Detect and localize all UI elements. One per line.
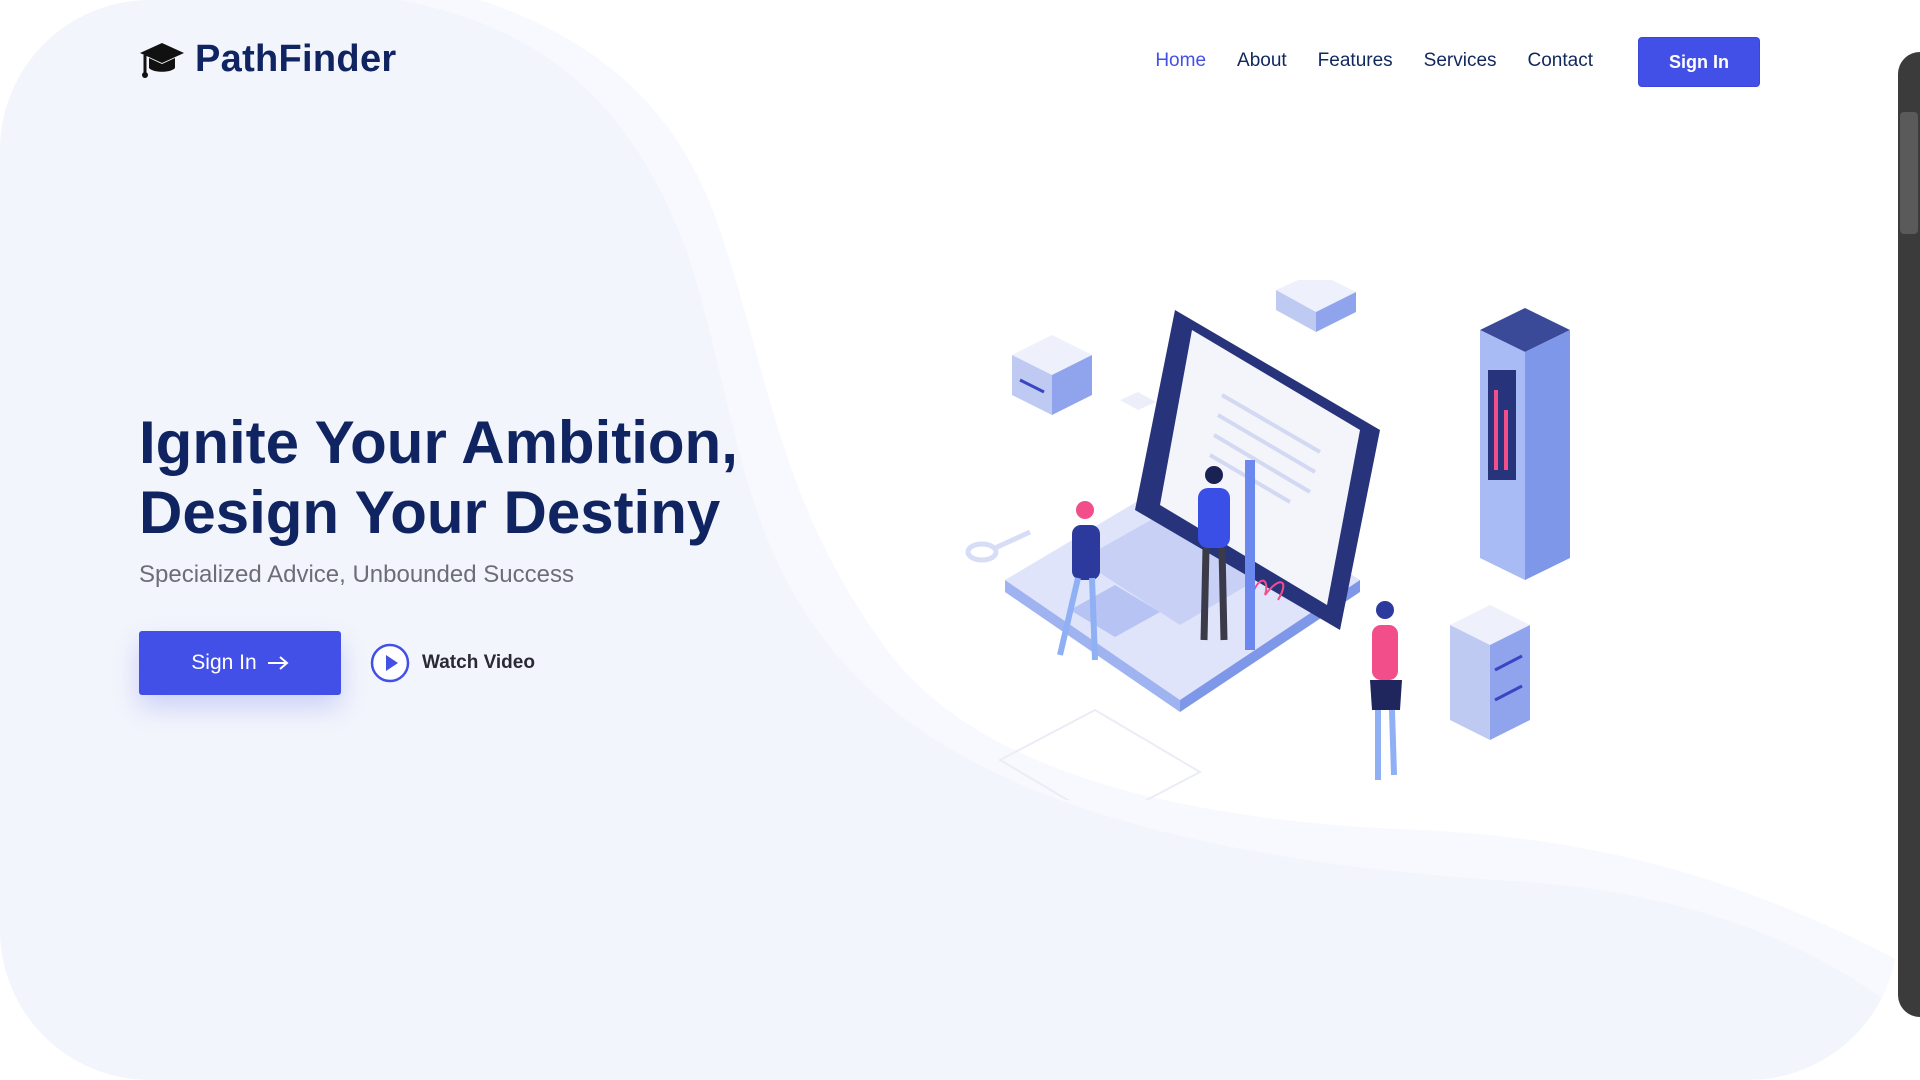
nav-item-about[interactable]: About [1237,50,1287,72]
nav-signin-button[interactable]: Sign In [1639,38,1759,86]
nav-menu: Home About Features Services Contact [1155,50,1593,72]
hero-title-line-1: Ignite Your Ambition, [139,409,738,476]
brand-name: PathFinder [195,38,397,80]
top-navbar: PathFinder Home About Features Services … [0,0,1898,124]
nav-item-features[interactable]: Features [1318,50,1393,72]
hero-illustration [965,280,1570,800]
graduation-cap-icon [140,42,184,78]
arrow-right-icon [267,656,289,670]
hero-subtitle: Specialized Advice, Unbounded Success [139,561,574,588]
brand-logo[interactable]: PathFinder [139,38,396,81]
watch-video-label: Watch Video [422,652,535,673]
scrollbar[interactable] [1898,52,1920,1017]
page: PathFinder Home About Features Services … [0,0,1898,1080]
person-pink [1370,601,1402,780]
hero-title-line-2: Design Your Destiny [139,479,721,546]
hero-title: Ignite Your Ambition, Design Your Destin… [139,408,738,548]
nav-item-home[interactable]: Home [1155,50,1206,72]
nav-item-services[interactable]: Services [1424,50,1497,72]
nav-item-contact[interactable]: Contact [1528,50,1593,72]
hero-signin-label: Sign In [191,651,257,674]
scrollbar-thumb[interactable] [1900,112,1918,234]
server-stack-left [1012,335,1092,415]
key-icon [965,529,1032,563]
watch-video-link[interactable]: Watch Video [370,643,535,683]
play-circle-icon [370,643,410,683]
hero-signin-button[interactable]: Sign In [139,631,341,695]
